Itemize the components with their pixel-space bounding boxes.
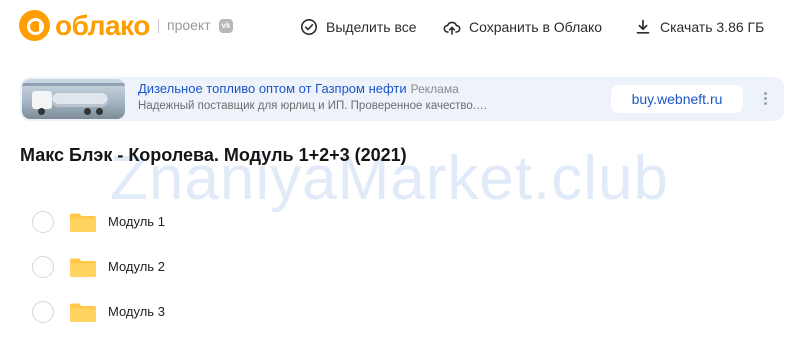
ad-image-wheel <box>96 108 103 115</box>
select-checkbox[interactable] <box>32 211 54 233</box>
ad-image-truck-cab <box>32 91 52 109</box>
list-item[interactable]: Модуль 3 <box>20 292 780 332</box>
download-icon <box>636 19 650 34</box>
ad-image-wheel <box>84 108 91 115</box>
logo-divider <box>158 19 159 33</box>
folder-name[interactable]: Модуль 3 <box>108 304 165 319</box>
cloud-logo[interactable]: облако <box>19 10 150 41</box>
top-header: облако проект vk Выделить все Сохранить … <box>0 0 800 52</box>
select-checkbox[interactable] <box>32 256 54 278</box>
ad-title-text[interactable]: Дизельное топливо оптом от Газпром нефти <box>138 81 407 96</box>
select-all-button[interactable]: Выделить все <box>300 16 417 38</box>
folder-name[interactable]: Модуль 2 <box>108 259 165 274</box>
ad-image-wheel <box>38 108 45 115</box>
logo-text: облако <box>55 10 150 41</box>
list-item[interactable]: Модуль 1 <box>20 202 780 242</box>
vk-badge-icon: vk <box>219 19 233 33</box>
list-item[interactable]: Модуль 2 <box>20 247 780 287</box>
ad-description: Надежный поставщик для юрлиц и ИП. Прове… <box>138 100 488 112</box>
at-sign-logo-icon <box>19 10 50 41</box>
ad-image-beam <box>22 83 125 86</box>
folder-icon <box>70 303 96 322</box>
folder-icon <box>70 213 96 232</box>
folder-name[interactable]: Модуль 1 <box>108 214 165 229</box>
page-title: Макс Блэк - Королева. Модуль 1+2+3 (2021… <box>20 145 407 165</box>
more-vertical-icon[interactable] <box>759 90 771 108</box>
download-button[interactable]: Скачать 3.86 ГБ <box>634 16 764 38</box>
select-all-label: Выделить все <box>326 19 417 35</box>
project-label: проект <box>167 17 211 33</box>
ad-title[interactable]: Дизельное топливо оптом от Газпром нефти… <box>138 81 459 96</box>
ad-tag: Реклама <box>410 82 459 96</box>
folder-icon <box>70 258 96 277</box>
cloud-upload-icon <box>443 21 461 35</box>
check-circle-icon <box>301 19 317 35</box>
ad-link-button[interactable]: buy.webneft.ru <box>611 85 743 113</box>
ad-image[interactable] <box>22 79 125 119</box>
ad-image-fuel-tank <box>52 93 108 107</box>
save-to-cloud-label: Сохранить в Облако <box>469 19 603 35</box>
select-checkbox[interactable] <box>32 301 54 323</box>
download-label: Скачать 3.86 ГБ <box>660 19 765 35</box>
save-to-cloud-button[interactable]: Сохранить в Облако <box>443 16 602 38</box>
ad-banner[interactable]: Дизельное топливо оптом от Газпром нефти… <box>20 77 784 121</box>
